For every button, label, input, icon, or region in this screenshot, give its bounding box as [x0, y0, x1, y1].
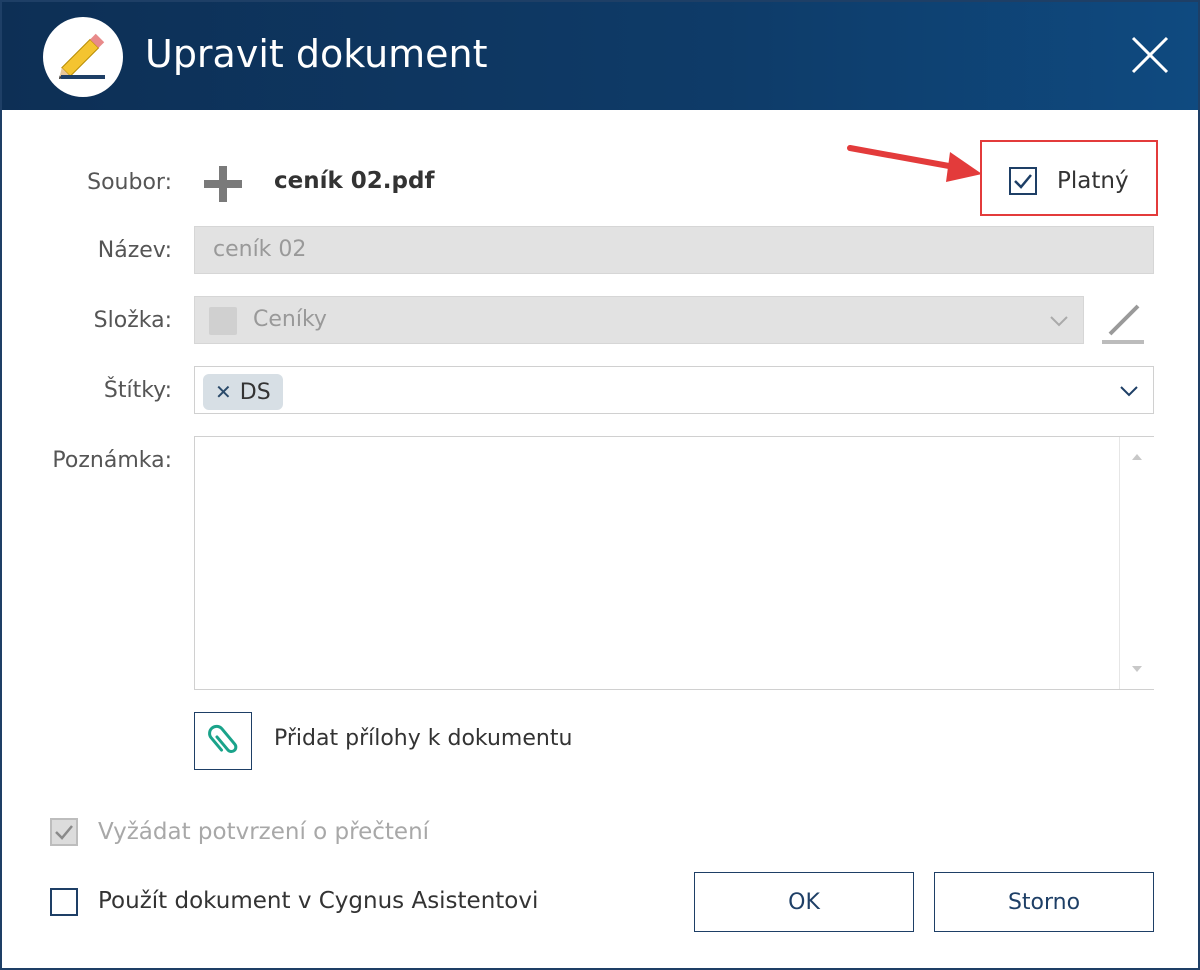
- pencil-icon: [43, 17, 123, 97]
- attach-label[interactable]: Přidat přílohy k dokumentu: [274, 726, 572, 751]
- chevron-down-icon[interactable]: [1047, 309, 1071, 333]
- note-label: Poznámka:: [52, 448, 172, 473]
- plus-icon[interactable]: [202, 164, 244, 204]
- read-receipt-label: Vyžádat potvrzení o přečtení: [98, 819, 430, 845]
- name-value: ceník 02: [213, 237, 307, 262]
- tag-chip: ✕ DS: [203, 374, 283, 410]
- folder-color-swatch: [209, 307, 237, 335]
- dialog-title: Upravit dokument: [145, 32, 488, 76]
- file-name: ceník 02.pdf: [274, 168, 435, 194]
- close-button[interactable]: [1127, 32, 1173, 78]
- pencil-icon[interactable]: [1100, 300, 1146, 346]
- valid-label: Platný: [1057, 168, 1129, 194]
- valid-checkbox[interactable]: [1009, 167, 1037, 195]
- folder-label: Složka:: [93, 308, 172, 333]
- ok-button[interactable]: OK: [694, 872, 914, 932]
- chevron-down-icon[interactable]: [1117, 379, 1141, 403]
- tags-field[interactable]: ✕ DS: [194, 366, 1154, 414]
- name-field[interactable]: ceník 02: [194, 226, 1154, 274]
- cancel-button[interactable]: Storno: [934, 872, 1154, 932]
- checkmark-icon: [55, 825, 73, 840]
- folder-value: Ceníky: [253, 307, 327, 332]
- edit-document-dialog: Upravit dokument Soubor: ceník 02.pdf Pl…: [0, 0, 1200, 970]
- title-bar: Upravit dokument: [2, 2, 1198, 110]
- cygnus-label: Použít dokument v Cygnus Asistentovi: [98, 888, 539, 914]
- file-label: Soubor:: [87, 170, 172, 195]
- scroll-up-icon[interactable]: [1120, 447, 1154, 467]
- tag-label: DS: [239, 379, 271, 405]
- folder-select[interactable]: Ceníky: [194, 296, 1084, 344]
- attach-button[interactable]: [194, 712, 252, 770]
- add-file-button[interactable]: [202, 164, 244, 204]
- cygnus-checkbox[interactable]: [50, 888, 78, 916]
- tags-label: Štítky:: [103, 378, 172, 403]
- red-arrow-icon: [847, 145, 982, 182]
- note-scrollbar[interactable]: [1119, 437, 1154, 689]
- remove-tag-icon[interactable]: ✕: [215, 380, 232, 404]
- name-label: Název:: [97, 238, 172, 263]
- note-textarea[interactable]: [194, 436, 1154, 690]
- checkmark-icon: [1014, 174, 1032, 189]
- edit-folder-button[interactable]: [1100, 300, 1146, 346]
- close-icon[interactable]: [1127, 32, 1173, 78]
- scroll-down-icon[interactable]: [1120, 659, 1154, 679]
- paperclip-icon[interactable]: [195, 713, 251, 769]
- read-receipt-checkbox[interactable]: [50, 818, 78, 846]
